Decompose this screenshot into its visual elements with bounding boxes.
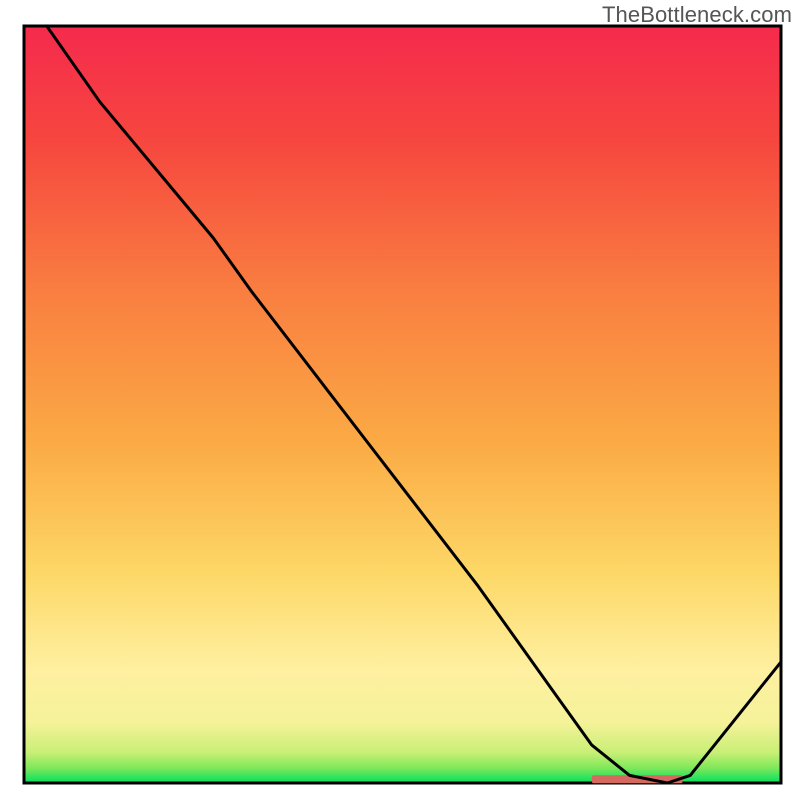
plot-background — [24, 26, 781, 783]
chart-container: TheBottleneck.com — [0, 0, 800, 800]
chart-svg — [0, 0, 800, 800]
